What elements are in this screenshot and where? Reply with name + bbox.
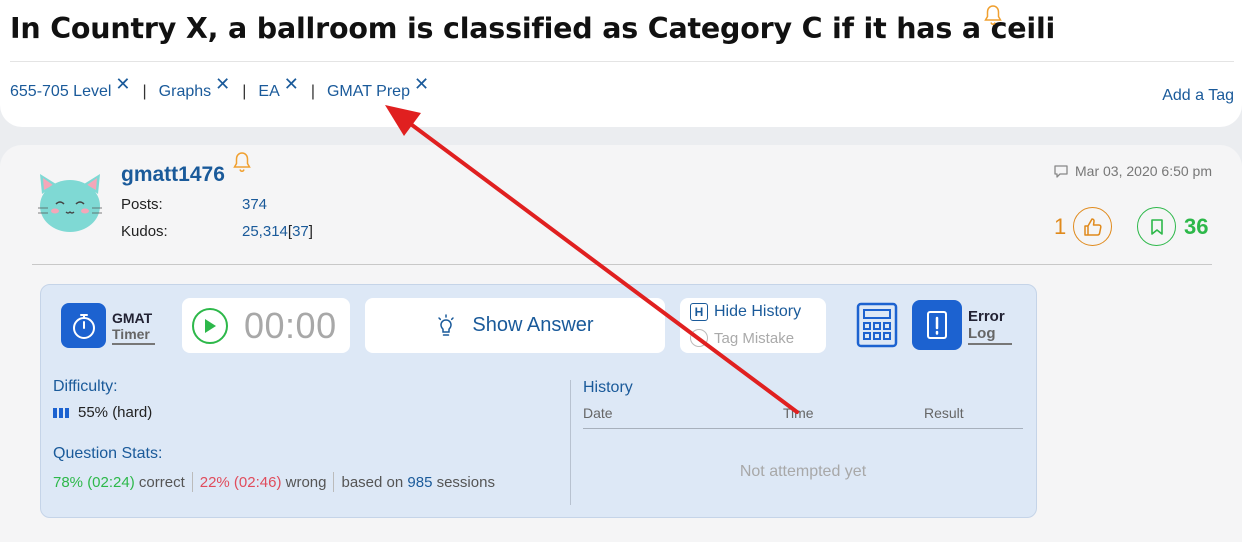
bell-icon[interactable]	[983, 4, 1003, 26]
panel-divider	[570, 380, 571, 505]
posts-label: Posts:	[121, 196, 163, 213]
tag-separator: |	[142, 83, 147, 100]
hide-history-badge: H	[690, 303, 708, 321]
post-author-name[interactable]: gmatt1476	[121, 163, 225, 187]
posts-count[interactable]: 374	[242, 196, 267, 213]
stat-divider	[191, 472, 193, 492]
tag-label[interactable]: GMAT Prep	[327, 83, 410, 101]
timer-display: 00:00	[244, 304, 337, 346]
tag-mistake-icon	[690, 329, 708, 347]
gmat-timer-label[interactable]: GMAT Timer	[112, 310, 155, 345]
history-col-result: Result	[924, 405, 964, 421]
question-header-card: In Country X, a ballroom is classified a…	[0, 0, 1242, 127]
timer-label-line1: GMAT	[112, 310, 153, 326]
show-answer-label: Show Answer	[472, 314, 594, 336]
tag-list: 655-705 Level ✕ | Graphs ✕ | EA ✕ | GMAT…	[10, 75, 429, 101]
correct-word: correct	[138, 473, 185, 491]
error-label-line1: Error	[968, 308, 1005, 325]
tag-mistake-button[interactable]: Tag Mistake	[690, 329, 794, 347]
tag-separator: |	[310, 83, 315, 100]
timer-widget: 00:00	[182, 298, 350, 353]
history-col-date: Date	[583, 405, 613, 421]
difficulty-text: 55% (hard)	[78, 404, 153, 421]
tag-separator: |	[242, 83, 247, 100]
kudos-extra[interactable]: 37	[292, 223, 309, 240]
hide-history-button[interactable]: H Hide History	[690, 303, 801, 321]
lightbulb-icon	[438, 313, 455, 336]
title-divider	[10, 61, 1234, 62]
post-divider	[32, 264, 1212, 265]
history-col-time: Time	[783, 405, 814, 421]
difficulty-label: Difficulty:	[53, 378, 118, 395]
tag-item[interactable]: 655-705 Level ✕	[10, 75, 131, 101]
play-button[interactable]	[192, 307, 228, 344]
history-header-rule	[583, 428, 1023, 429]
sessions-word: sessions	[436, 473, 495, 491]
wrong-word: wrong	[285, 473, 327, 491]
history-empty-text: Not attempted yet	[739, 463, 867, 480]
tag-remove-icon[interactable]: ✕	[414, 75, 429, 93]
post-date-text: Mar 03, 2020 6:50 pm	[1075, 163, 1212, 179]
tag-mistake-label: Tag Mistake	[714, 329, 795, 347]
tag-remove-icon[interactable]: ✕	[115, 75, 130, 93]
question-title: In Country X, a ballroom is classified a…	[10, 12, 1056, 45]
kudos-total: 25,314[37]	[242, 223, 313, 240]
stat-divider	[333, 472, 335, 492]
thumbs-up-icon	[1083, 217, 1102, 236]
calculator-icon[interactable]	[856, 302, 898, 348]
tag-label[interactable]: Graphs	[159, 83, 211, 101]
error-log-button[interactable]	[912, 300, 962, 350]
bell-icon[interactable]	[232, 151, 252, 173]
error-label-line2: Log	[968, 325, 1012, 345]
wrong-stat: 22% (02:46)	[199, 473, 282, 491]
kudos-value[interactable]: 25,314	[242, 223, 288, 240]
bookmark-button[interactable]	[1137, 207, 1176, 246]
difficulty-bars-icon	[53, 407, 69, 418]
error-log-label[interactable]: Error Log	[968, 308, 1012, 345]
add-tag-link[interactable]: Add a Tag	[1162, 87, 1234, 105]
tag-item[interactable]: GMAT Prep ✕	[327, 75, 429, 101]
hide-history-label: Hide History	[714, 303, 802, 320]
question-stats-label: Question Stats:	[53, 445, 163, 462]
post-date: Mar 03, 2020 6:50 pm	[1053, 163, 1212, 179]
tag-remove-icon[interactable]: ✕	[284, 75, 299, 93]
based-on-text: based on	[341, 473, 404, 491]
kudos-button[interactable]	[1073, 207, 1112, 246]
comment-icon	[1054, 164, 1068, 178]
correct-stat: 78% (02:24)	[53, 473, 135, 491]
tag-item[interactable]: EA ✕	[258, 75, 299, 101]
tag-remove-icon[interactable]: ✕	[215, 75, 230, 93]
bookmark-icon	[1150, 218, 1163, 235]
tag-item[interactable]: Graphs ✕	[159, 75, 231, 101]
avatar[interactable]	[36, 172, 104, 234]
kudos-count: 1	[1054, 214, 1067, 239]
question-stats: 78% (02:24) correct 22% (02:46) wrong ba…	[53, 472, 495, 492]
history-title: History	[583, 379, 633, 396]
sessions-count: 985	[407, 473, 433, 491]
kudos-label: Kudos:	[121, 223, 168, 240]
show-answer-button[interactable]: Show Answer	[365, 298, 665, 353]
play-icon	[205, 318, 216, 333]
tag-label[interactable]: 655-705 Level	[10, 83, 111, 101]
difficulty-value: 55% (hard)	[53, 404, 152, 421]
kudos-bracket-close: ]	[308, 223, 313, 240]
tag-label[interactable]: EA	[258, 83, 279, 101]
stopwatch-icon	[72, 313, 95, 339]
history-options: H Hide History Tag Mistake	[680, 298, 826, 353]
gmat-timer-button[interactable]	[61, 303, 106, 348]
bookmark-count: 36	[1184, 214, 1209, 239]
timer-label-line2: Timer	[112, 326, 155, 345]
error-log-icon	[927, 311, 947, 339]
